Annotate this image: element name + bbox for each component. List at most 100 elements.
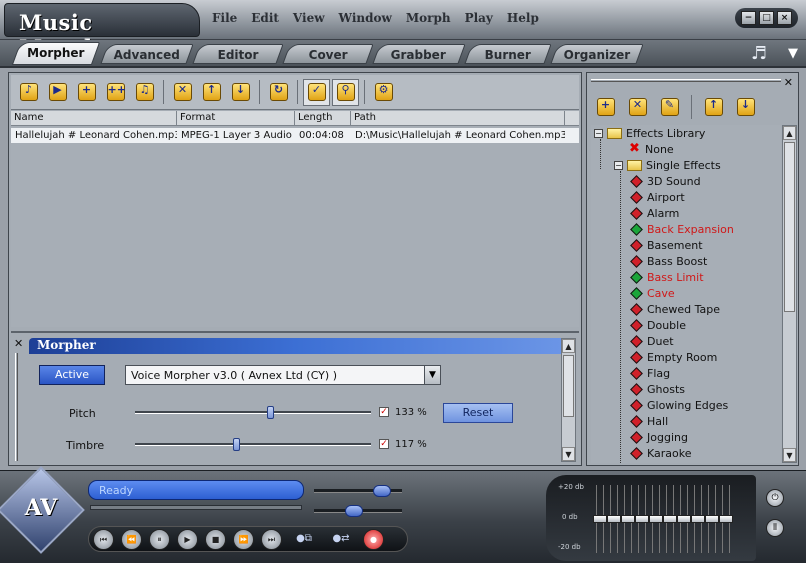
scroll-up-icon[interactable]: ▲ [783,126,796,140]
tree-item-effect[interactable]: Jogging [629,429,688,445]
collapse-icon[interactable]: − [614,160,623,170]
menu-play[interactable]: Play [465,11,493,25]
add-folder-icon[interactable] [102,79,129,106]
refresh-icon[interactable] [265,79,292,106]
tree-item-effect[interactable]: Airport [629,189,685,205]
reset-button[interactable]: Reset [443,403,513,423]
rewind-icon[interactable]: ⏪ [121,528,142,550]
active-button[interactable]: Active [39,365,105,385]
tree-item-effect[interactable]: Glowing Edges [629,397,728,413]
progress-bar[interactable] [90,505,302,510]
column-name[interactable]: Name [11,111,177,125]
eq-band-slider[interactable] [593,485,607,553]
scroll-down-icon[interactable]: ▼ [783,448,796,462]
search-icon[interactable] [332,78,359,106]
eq-band-slider[interactable] [691,485,705,553]
menu-window[interactable]: Window [339,11,392,25]
chevron-down-icon[interactable]: ▼ [424,366,440,384]
tab-burner[interactable]: Burner [464,44,552,64]
open-folder-icon[interactable] [44,79,71,106]
settings-icon[interactable] [370,79,397,106]
minimize-button[interactable]: − [741,11,756,25]
stop-icon[interactable]: ■ [205,528,226,550]
tree-item-effect[interactable]: Bass Boost [629,253,707,269]
power-icon[interactable]: ⏻ [766,489,784,507]
repeat-mode-icon[interactable]: ●⧉ [289,530,319,548]
morpher-panel-scrollbar[interactable]: ▲ ▼ [561,338,576,462]
eq-band-knob[interactable] [705,515,719,523]
menu-help[interactable]: Help [507,11,539,25]
collapse-icon[interactable]: − [594,128,603,138]
import-icon[interactable] [700,94,727,121]
maximize-button[interactable]: □ [759,11,774,25]
eq-band-slider[interactable] [663,485,677,553]
record-icon[interactable]: ● [363,528,384,550]
engine-select[interactable]: Voice Morpher v3.0 ( Avnex Ltd (CY) ) ▼ [125,365,441,385]
pitch-slider-track[interactable] [135,411,371,414]
select-icon[interactable] [303,78,330,106]
file-list[interactable]: Name Format Length Path Hallelujah # Leo… [11,111,579,327]
menu-file[interactable]: File [212,11,237,25]
tree-item-effect[interactable]: Back Expansion [629,221,734,237]
add-file-icon[interactable] [73,79,100,106]
edit-effect-icon[interactable] [656,94,683,121]
export-icon[interactable] [732,94,759,121]
tree-item-effect[interactable]: Bass Limit [629,269,704,285]
eq-settings-icon[interactable]: ⫴ [766,519,784,537]
tree-item-effect[interactable]: 3D Sound [629,173,701,189]
play-icon[interactable]: ▶ [177,528,198,550]
column-path[interactable]: Path [351,111,565,125]
eq-band-slider[interactable] [607,485,621,553]
eq-band-knob[interactable] [635,515,649,523]
eq-band-slider[interactable] [719,485,733,553]
menu-morph[interactable]: Morph [406,11,451,25]
delete-effect-icon[interactable] [624,94,651,121]
menu-view[interactable]: View [293,11,325,25]
volume-slider-thumb[interactable] [372,485,391,497]
panel-grip[interactable] [15,353,18,461]
eq-band-slider[interactable] [705,485,719,553]
close-button[interactable]: × [777,11,792,25]
open-file-icon[interactable] [15,79,42,106]
table-row[interactable]: Hallelujah # Leonard Cohen.mp3 MPEG-1 La… [11,128,579,143]
eq-band-slider[interactable] [677,485,691,553]
scroll-down-icon[interactable]: ▼ [562,447,575,461]
skip-forward-icon[interactable]: ⏭ [261,528,282,550]
eq-band-knob[interactable] [593,515,607,523]
move-up-icon[interactable] [198,79,225,106]
tab-cover[interactable]: Cover [282,44,374,64]
effects-scrollbar[interactable]: ▲ ▼ [782,125,797,463]
menu-edit[interactable]: Edit [251,11,279,25]
tab-morpher[interactable]: Morpher [11,42,101,65]
eq-band-slider[interactable] [635,485,649,553]
eq-band-knob[interactable] [649,515,663,523]
pause-icon[interactable]: ⏸ [149,528,170,550]
pitch-checkbox[interactable]: ✓ [379,407,389,417]
move-down-icon[interactable] [227,79,254,106]
skip-back-icon[interactable]: ⏮ [93,528,114,550]
close-icon[interactable]: ✕ [784,76,793,89]
balance-slider-thumb[interactable] [345,505,364,517]
tree-item-effect[interactable]: Chewed Tape [629,301,720,317]
column-length[interactable]: Length [295,111,351,125]
remove-icon[interactable] [169,79,196,106]
shuffle-mode-icon[interactable]: ●⇄ [326,530,356,548]
eq-band-knob[interactable] [607,515,621,523]
eq-band-knob[interactable] [663,515,677,523]
chevron-down-icon[interactable]: ▼ [788,46,798,61]
close-icon[interactable]: ✕ [14,337,23,350]
eq-band-knob[interactable] [677,515,691,523]
tree-item-effect[interactable]: Basement [629,237,703,253]
tree-item-effect[interactable]: Flag [629,365,670,381]
scroll-up-icon[interactable]: ▲ [562,339,575,353]
panel-grip[interactable] [591,79,781,82]
tree-item-effect[interactable]: Cave [629,285,675,301]
eq-band-slider[interactable] [621,485,635,553]
tree-item-effect[interactable]: Double [629,317,686,333]
tab-advanced[interactable]: Advanced [100,44,194,64]
tree-item-effect[interactable]: Duet [629,333,674,349]
save-icon[interactable] [131,79,158,106]
eq-band-knob[interactable] [621,515,635,523]
tree-item-effect[interactable]: Hall [629,413,668,429]
tree-item-effect[interactable]: Karaoke [629,445,692,461]
